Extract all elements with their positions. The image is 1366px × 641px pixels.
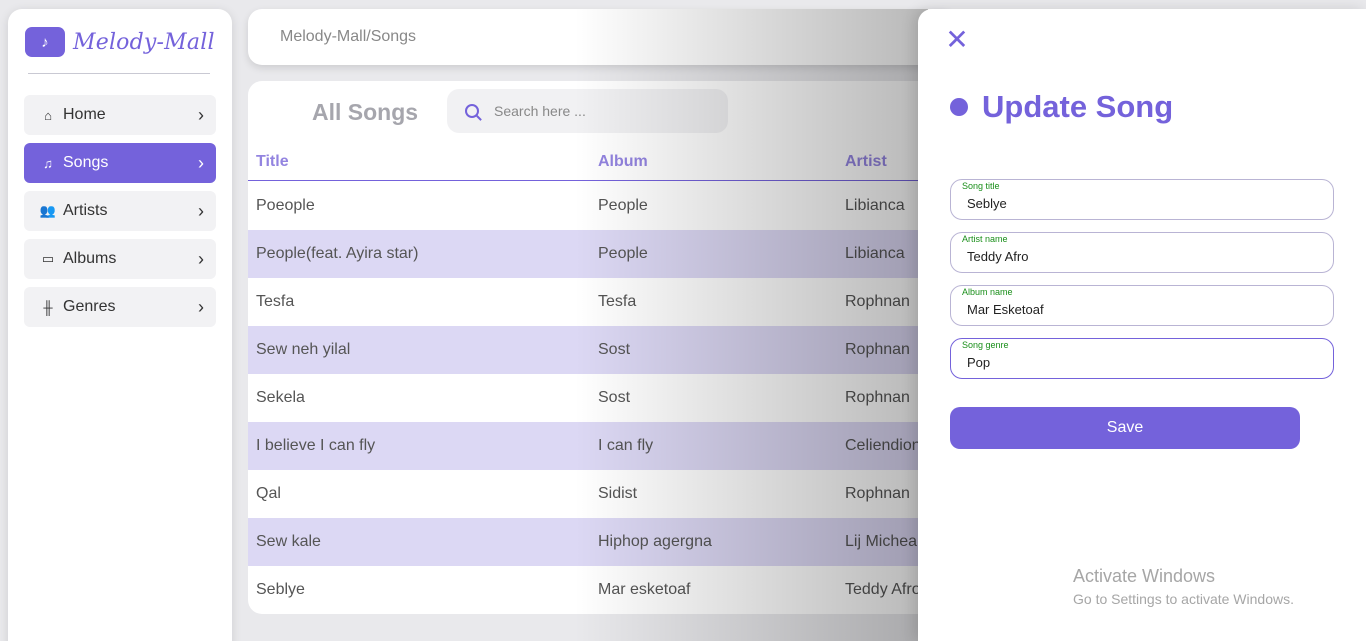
table-row[interactable]: I believe I can fly I can fly Celiendion [248,422,948,470]
page-title: All Songs [312,99,419,125]
cell-artist: Lij Michea [845,533,918,550]
cell-artist: Celiendion [845,437,921,454]
sidebar-nav: ⌂ Home › ♫ Songs › 👥 Artists › ▭ Albums … [24,95,216,335]
cell-album: People [598,245,648,262]
chevron-right-icon: › [198,152,204,173]
album-name-input[interactable] [967,302,1317,317]
table-body: Poeople People Libianca People(feat. Ayi… [248,182,948,614]
cell-title: Sew neh yilal [256,341,351,358]
music-note-icon: ♫ [43,155,53,171]
song-genre-input[interactable] [967,355,1317,370]
sidebar-item-label: Artists [63,202,108,219]
search-icon [465,104,479,118]
users-icon: 👥 [39,203,57,218]
cell-artist: Libianca [845,245,905,262]
table-row[interactable]: Sew kale Hiphop agergna Lij Michea [248,518,948,566]
drawer-header: Update Song [950,89,1173,125]
table-row[interactable]: People(feat. Ayira star) People Libianca [248,230,948,278]
cell-title: Seblye [256,581,305,598]
cell-artist: Rophnan [845,389,910,406]
chevron-right-icon: › [198,296,204,317]
close-icon[interactable]: ✕ [944,26,970,54]
sidebar-item-label: Home [63,106,106,123]
sidebar-item-label: Albums [63,250,117,267]
artist-name-input[interactable] [967,249,1317,264]
cell-artist: Rophnan [845,485,910,502]
table-row[interactable]: Tesfa Tesfa Rophnan [248,278,948,326]
waveform-icon: ╫ [43,299,53,315]
cell-album: Sidist [598,485,638,502]
chevron-right-icon: › [198,200,204,221]
table-row[interactable]: Seblye Mar esketoaf Teddy Afro [248,566,948,614]
sidebar-item-songs[interactable]: ♫ Songs › [24,143,216,183]
activation-subtitle: Go to Settings to activate Windows. [1073,591,1294,607]
update-song-drawer: ✕ Update Song Song title Artist name Alb… [918,9,1366,641]
cell-album: Sost [598,389,631,406]
cell-title: Sew kale [256,533,321,550]
column-header-album[interactable]: Album [598,153,648,171]
cell-title: Tesfa [256,293,295,310]
column-header-artist[interactable]: Artist [845,153,887,171]
album-name-label: Album name [962,287,1013,297]
cell-album: I can fly [598,437,654,454]
table-row[interactable]: Qal Sidist Rophnan [248,470,948,518]
cell-album: Tesfa [598,293,637,310]
cell-title: People(feat. Ayira star) [256,245,419,262]
search-box[interactable] [447,89,728,133]
song-title-label: Song title [962,181,1000,191]
sidebar-item-home[interactable]: ⌂ Home › [24,95,216,135]
cell-album: Hiphop agergna [598,533,712,550]
logo-text: Melody-Mall [73,29,215,55]
song-genre-label: Song genre [962,340,1009,350]
sidebar-item-artists[interactable]: 👥 Artists › [24,191,216,231]
cell-artist: Teddy Afro [845,581,921,598]
cell-title: I believe I can fly [256,437,376,454]
top-header: Melody-Mall/Songs [248,9,948,65]
drawer-title: Update Song [982,89,1174,124]
table-row[interactable]: Sew neh yilal Sost Rophnan [248,326,948,374]
table-row[interactable]: Poeople People Libianca [248,182,948,230]
chevron-right-icon: › [198,248,204,269]
windows-activation-watermark: Activate Windows Go to Settings to activ… [1073,566,1294,607]
sidebar-item-albums[interactable]: ▭ Albums › [24,239,216,279]
cell-artist: Rophnan [845,341,910,358]
cell-title: Sekela [256,389,305,406]
cell-album: People [598,197,648,214]
album-icon: ▭ [41,251,55,266]
sidebar-item-label: Genres [63,298,116,315]
column-header-title[interactable]: Title [256,153,289,171]
activation-title: Activate Windows [1073,566,1216,586]
songs-panel: All Songs Title Album Artist Poeople Peo… [248,81,948,614]
breadcrumb: Melody-Mall/Songs [280,28,417,45]
table-row[interactable]: Sekela Sost Rophnan [248,374,948,422]
sidebar-item-label: Songs [63,154,109,171]
logo-divider [28,73,210,74]
sidebar: ♪ Melody-Mall ⌂ Home › ♫ Songs › 👥 Artis… [8,9,232,641]
cell-album: Mar esketoaf [598,581,691,598]
chevron-right-icon: › [198,104,204,125]
cell-artist: Libianca [845,197,905,214]
search-input[interactable] [494,103,714,119]
song-genre-field[interactable]: Song genre [950,338,1334,379]
cell-title: Poeople [256,197,315,214]
home-icon: ⌂ [44,107,52,123]
title-dot-icon [950,98,968,116]
song-title-input[interactable] [967,196,1317,211]
artist-name-field[interactable]: Artist name [950,232,1334,273]
table-header: Title Album Artist [248,141,948,181]
artist-name-label: Artist name [962,234,1008,244]
cloud-music-icon: ♪ [25,27,65,57]
logo[interactable]: ♪ Melody-Mall [25,27,215,57]
cell-album: Sost [598,341,631,358]
cell-title: Qal [256,485,281,502]
sidebar-item-genres[interactable]: ╫ Genres › [24,287,216,327]
song-title-field[interactable]: Song title [950,179,1334,220]
cell-artist: Rophnan [845,293,910,310]
save-button[interactable]: Save [950,407,1300,449]
album-name-field[interactable]: Album name [950,285,1334,326]
